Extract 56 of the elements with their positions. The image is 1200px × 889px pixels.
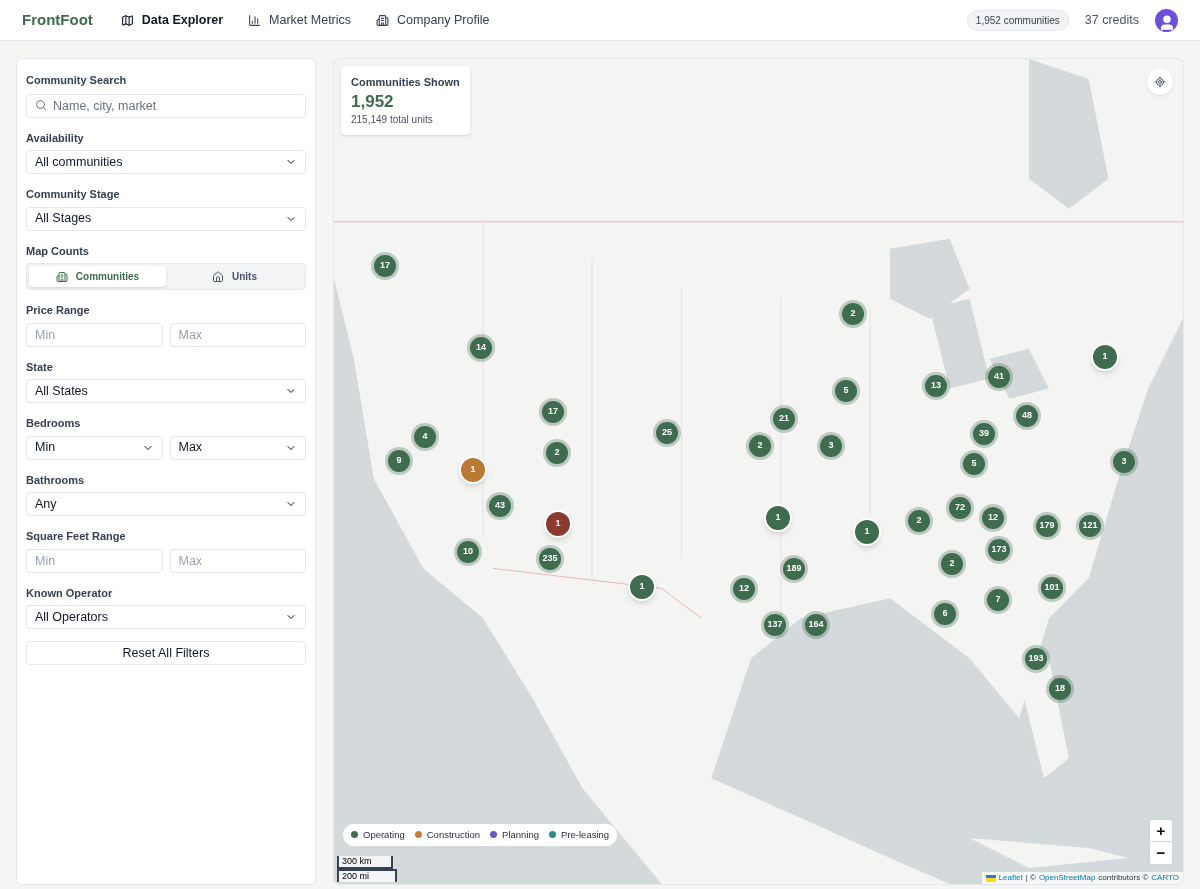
zoom-out-button[interactable]: − [1150, 842, 1172, 864]
max-bedrooms-select[interactable]: Max [169, 435, 306, 460]
nav-tab[interactable]: Market Metrics [248, 10, 352, 30]
bar-chart-icon [248, 13, 262, 27]
count-badge: 1,952 communities [966, 9, 1069, 31]
building-icon [376, 13, 390, 27]
field-label: Availability [26, 130, 85, 146]
field-label: Known Operator [26, 585, 114, 601]
locate-icon [1154, 76, 1166, 88]
min-bedrooms-select[interactable]: Min [26, 435, 163, 460]
legend-label: Planning [502, 827, 540, 842]
building-icon [55, 270, 68, 283]
field-label: Bathrooms [26, 472, 86, 488]
operator-select[interactable]: All Operators [26, 605, 306, 629]
summary-value: 1,952 [351, 90, 395, 112]
min-price-field[interactable]: Min [26, 322, 163, 347]
carto-link[interactable]: CARTO [1151, 872, 1179, 884]
zoom-in-button[interactable]: + [1150, 820, 1172, 842]
brand-logo[interactable]: FrontFoot [22, 8, 93, 32]
summary-subtitle: 215,149 total units [351, 112, 434, 127]
legend-label: Construction [426, 827, 481, 842]
field-label: State [26, 359, 54, 375]
max-price-field[interactable]: Max [169, 322, 306, 347]
house-icon [212, 270, 224, 283]
attribution-text: contributors © [1098, 872, 1149, 884]
reset-filters-button[interactable]: Reset All Filters [26, 641, 306, 665]
bathrooms-select[interactable]: Any [26, 492, 306, 516]
field-label: Bedrooms [26, 416, 82, 431]
leaflet-link[interactable]: Leaflet [998, 872, 1023, 884]
map-icon [120, 13, 134, 27]
field-label: Map Counts [26, 243, 90, 259]
field-label: Price Range [26, 303, 91, 318]
legend-label: Pre-leasing [561, 827, 610, 842]
field-label: Community Search [26, 73, 128, 88]
segment-button[interactable]: Units [166, 266, 303, 287]
scale-bar: 200 mi [337, 869, 397, 882]
nav-tab[interactable]: Data Explorer [120, 10, 224, 30]
state-select[interactable]: All States [26, 379, 306, 403]
field-label: Square Feet Range [26, 529, 127, 544]
stage-select[interactable]: All Stages [26, 206, 306, 231]
osm-link[interactable]: OpenStreetMap [1038, 872, 1096, 884]
summary-title: Communities Shown [351, 75, 460, 90]
flag-icon [985, 874, 996, 882]
availability-select[interactable]: All communities [26, 150, 306, 174]
field-label: Community Stage [26, 187, 121, 202]
search-field[interactable]: Name, city, market [26, 93, 306, 118]
segment-button[interactable]: Communities [29, 266, 166, 287]
legend-label: Operating [363, 827, 405, 842]
scale-bar: 300 km [337, 856, 393, 869]
attribution-text: | © [1025, 872, 1036, 884]
avatar-icon[interactable] [1155, 8, 1178, 32]
max-sqft-field[interactable]: Max [169, 548, 306, 573]
nav-tab[interactable]: Company Profile [376, 10, 490, 30]
search-icon [35, 98, 47, 111]
min-sqft-field[interactable]: Min [26, 548, 163, 573]
credits-text: 37 credits [1084, 11, 1139, 29]
